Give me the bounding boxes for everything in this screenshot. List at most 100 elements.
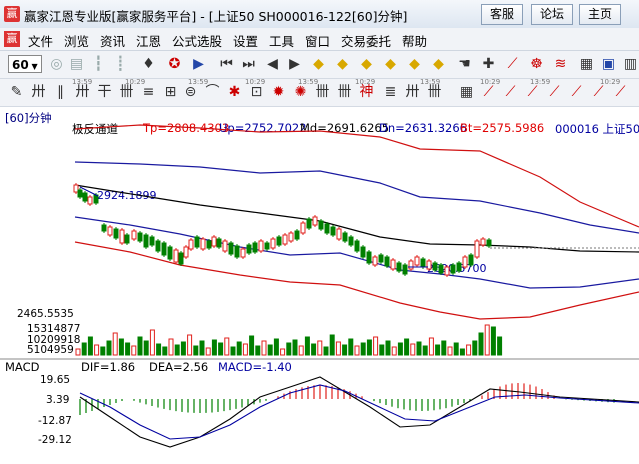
forum-button[interactable]: 论坛 <box>531 4 573 25</box>
k-line-icon[interactable]: ♦ <box>140 56 157 73</box>
first-icon[interactable]: ⏮ <box>218 56 235 73</box>
volume-bar <box>348 338 354 356</box>
calculator-icon[interactable]: ▣ <box>600 56 617 73</box>
menu-gann[interactable]: 江恩 <box>136 31 161 50</box>
fan-line4-icon[interactable]: ⟋ <box>546 84 563 101</box>
period-select[interactable]: 60 ▼ <box>8 55 42 73</box>
candle-body <box>107 226 113 236</box>
candle-body <box>188 239 194 250</box>
chart-area: [60]分钟 极反通道 Tp=2808.4303 Up=2752.7022 Md… <box>0 107 639 464</box>
candle-body <box>342 232 348 242</box>
last-icon[interactable]: ⏭ <box>240 56 257 73</box>
step-icon[interactable]: 卅 <box>404 84 421 101</box>
stair-icon[interactable]: ⊞ <box>162 84 179 101</box>
menu-browse[interactable]: 浏览 <box>64 31 89 50</box>
candle-body <box>228 242 234 255</box>
menu-settings[interactable]: 设置 <box>233 31 258 50</box>
candle-body <box>306 218 312 229</box>
fan-line5-icon[interactable]: ⟋ <box>568 84 585 101</box>
parallel-icon[interactable]: ∥ <box>52 84 69 101</box>
wave-icon[interactable]: ≋ <box>552 56 569 73</box>
diamond-right-icon[interactable]: ◆ <box>382 56 399 73</box>
circle-tool-icon[interactable]: ⊜ <box>182 84 199 101</box>
bar-tool-icon[interactable]: 卅 <box>74 84 91 101</box>
customer-service-button[interactable]: 客服 <box>481 4 523 25</box>
flag-icon[interactable]: ▶ <box>190 56 207 73</box>
volume-bar <box>230 346 236 356</box>
split-icon[interactable]: 干 <box>96 84 113 101</box>
candle-body <box>200 238 206 250</box>
sun-icon[interactable]: ✹ <box>270 84 287 101</box>
volume-bar <box>112 332 118 356</box>
fan-icon[interactable]: ☸ <box>528 56 545 73</box>
fan-line-icon[interactable]: ⟋ <box>480 84 497 101</box>
menu-news[interactable]: 资讯 <box>100 31 125 50</box>
candle-body <box>216 238 222 248</box>
volume-bar <box>267 344 273 356</box>
diamond-left-icon[interactable]: ◆ <box>358 56 375 73</box>
star-icon[interactable]: ✱ <box>226 84 243 101</box>
diamond-up-icon[interactable]: ◆ <box>310 56 327 73</box>
fan-line3-icon[interactable]: ⟋ <box>524 84 541 101</box>
candle-body <box>426 260 432 270</box>
volume-bar <box>292 339 298 356</box>
time-tick: 13:59 <box>72 78 93 86</box>
next-icon[interactable]: ▶ <box>286 56 303 73</box>
menu-window[interactable]: 窗口 <box>305 31 330 50</box>
menu-file[interactable]: 文件 <box>28 31 53 50</box>
ruler-icon[interactable]: ≣ <box>382 84 399 101</box>
time-icon[interactable]: 卌 <box>336 84 353 101</box>
compass-icon[interactable]: ✺ <box>292 84 309 101</box>
candle-body <box>206 240 212 249</box>
diamond-down-icon[interactable]: ◆ <box>334 56 351 73</box>
box-icon[interactable]: ⊡ <box>248 84 265 101</box>
candle-body <box>167 246 173 260</box>
document-icon[interactable]: ▤ <box>68 56 85 73</box>
time-tick: 10:29 <box>355 78 376 86</box>
lightning-icon[interactable]: ✪ <box>166 56 183 73</box>
arc-icon[interactable]: ⌒ <box>204 84 221 101</box>
toolbar-main: 60 ▼ ◎ ▤ ┇ ┋ ♦ ✪ ▶ ⏮ ⏭ ◀ ▶ ◆ ◆ ◆ ◆ ◆ ◆ ☚… <box>0 51 639 79</box>
volume-bar <box>199 340 205 356</box>
gann-grid-icon[interactable]: 卅 <box>30 84 47 101</box>
band-top-line <box>74 124 639 228</box>
title-bar: 赢 赢家江恩专业版[赢家服务平台] - [上证50 SH000016-122[6… <box>0 0 639 29</box>
volume-bar <box>242 343 248 356</box>
grid-icon[interactable]: ▥ <box>622 56 639 73</box>
diamond-shrink-icon[interactable]: ◆ <box>430 56 447 73</box>
crosshair-icon[interactable]: ✚ <box>480 56 497 73</box>
hand-icon[interactable]: ☚ <box>456 56 473 73</box>
volume-bar <box>497 336 503 356</box>
fan-line6-icon[interactable]: ⟋ <box>590 84 607 101</box>
candle-body <box>252 242 258 253</box>
cycle-icon[interactable]: 卌 <box>314 84 331 101</box>
cyclone-icon[interactable]: ◎ <box>48 56 65 73</box>
time-tick: 10:29 <box>480 78 501 86</box>
volume-bar <box>193 345 199 356</box>
candle-body <box>155 240 161 252</box>
diamond-zoom-icon[interactable]: ◆ <box>406 56 423 73</box>
menu-formula-select[interactable]: 公式选股 <box>172 31 222 50</box>
time-tick: 13:59 <box>530 78 551 86</box>
lines-icon[interactable]: ≡ <box>140 84 157 101</box>
homepage-button[interactable]: 主页 <box>579 4 621 25</box>
fan-line2-icon[interactable]: ⟋ <box>502 84 519 101</box>
pencil-icon[interactable]: ✎ <box>8 84 25 101</box>
menu-tools[interactable]: 工具 <box>269 31 294 50</box>
menu-help[interactable]: 帮助 <box>402 31 427 50</box>
fan-line7-icon[interactable]: ⟋ <box>612 84 629 101</box>
candle-icon[interactable]: ┇ <box>90 56 107 73</box>
menu-trade[interactable]: 交易委托 <box>341 31 391 50</box>
calendar-icon[interactable]: ▦ <box>578 56 595 73</box>
line-tool-icon[interactable]: ⟋ <box>504 56 521 73</box>
candle-body <box>300 222 306 234</box>
period-value: 60 <box>12 58 29 72</box>
comb-icon[interactable]: 卌 <box>118 84 135 101</box>
god-icon[interactable]: 神 <box>358 84 375 101</box>
candle-body <box>408 260 414 270</box>
prev-icon[interactable]: ◀ <box>264 56 281 73</box>
bars-icon[interactable]: ┋ <box>112 56 129 73</box>
square-grid-icon[interactable]: ▦ <box>458 84 475 101</box>
comb2-icon[interactable]: 卌 <box>426 84 443 101</box>
volume-bar <box>261 340 267 356</box>
